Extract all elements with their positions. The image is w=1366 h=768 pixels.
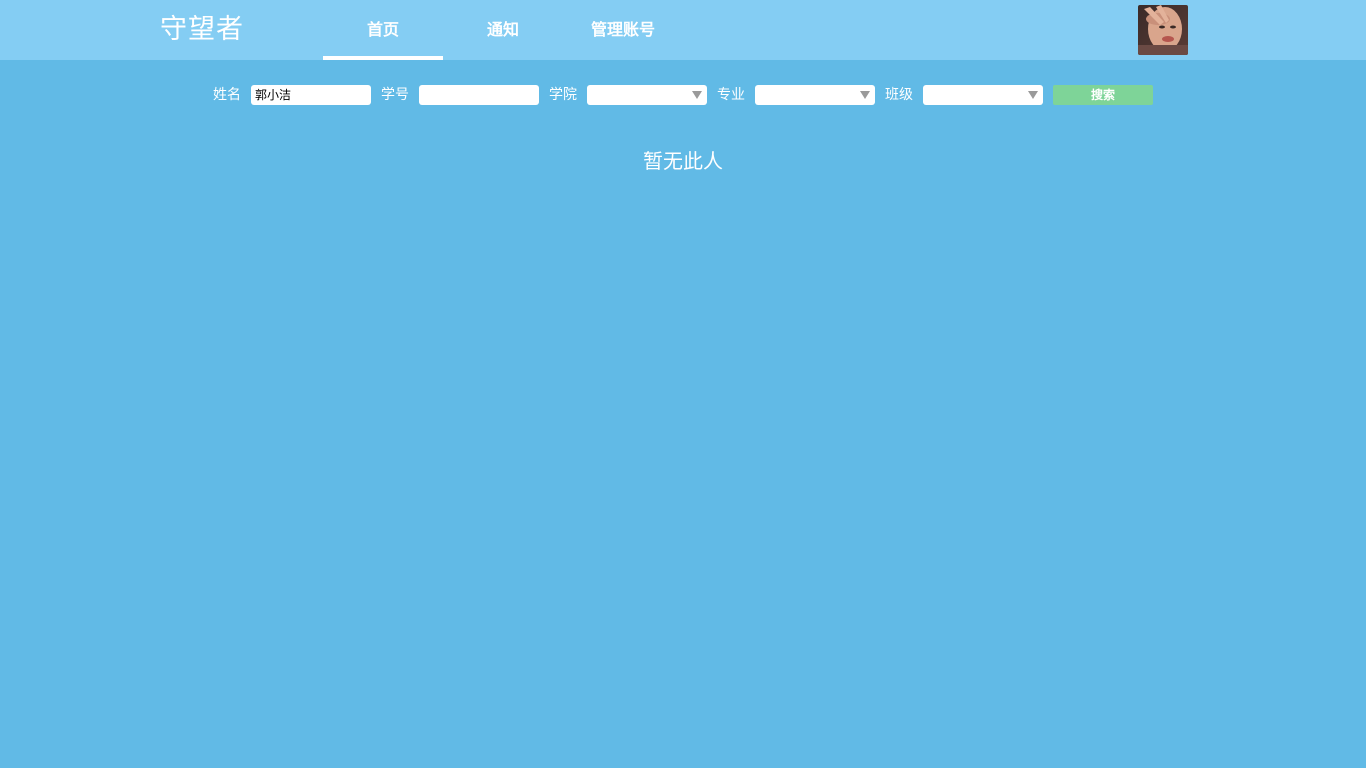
tab-home-label: 首页 [366,20,399,39]
tab-home[interactable]: 首页 [323,0,443,60]
app-logo[interactable]: 守望者 [160,12,244,48]
class-select[interactable] [923,85,1043,105]
college-label: 学院 [549,87,577,103]
tab-notifications[interactable]: 通知 [443,0,563,60]
empty-result-message: 暂无此人 [643,149,723,173]
tab-manage-accounts-label: 管理账号 [590,20,655,39]
tab-manage-accounts[interactable]: 管理账号 [563,0,683,60]
name-label: 姓名 [213,87,241,103]
chevron-down-icon [1028,91,1038,99]
user-avatar[interactable] [1138,5,1188,55]
search-form: 姓名 学号 学院 专业 班级 搜索 [0,84,1366,106]
top-navigation-bar: 守望者 首页 通知 管理账号 [0,0,1366,60]
name-input[interactable] [251,85,371,105]
college-select[interactable] [587,85,707,105]
student-id-label: 学号 [381,87,409,103]
chevron-down-icon [860,91,870,99]
avatar-image [1138,5,1188,55]
tab-notifications-label: 通知 [486,20,519,39]
major-select[interactable] [755,85,875,105]
class-label: 班级 [885,87,913,103]
student-id-input[interactable] [419,85,539,105]
major-label: 专业 [717,87,745,103]
chevron-down-icon [692,91,702,99]
search-button[interactable]: 搜索 [1053,85,1153,105]
